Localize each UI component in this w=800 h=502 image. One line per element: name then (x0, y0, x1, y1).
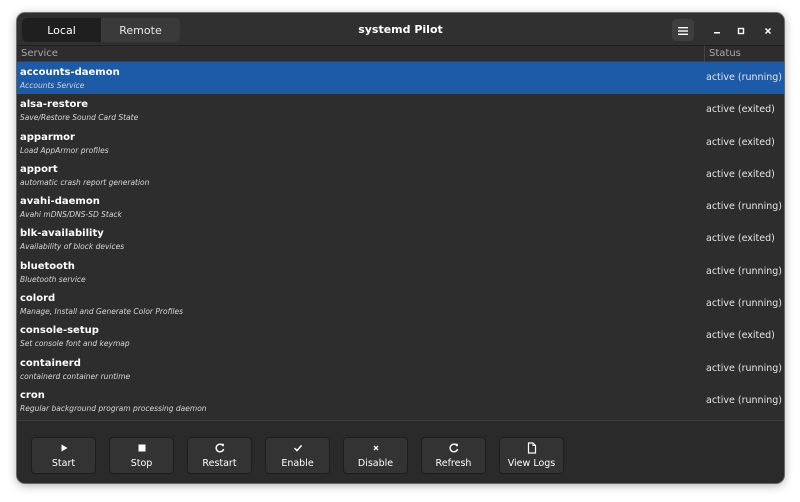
close-icon (763, 21, 773, 40)
service-description: Bluetooth service (20, 274, 86, 284)
enable-label: Enable (281, 458, 314, 469)
service-status: active (exited) (706, 136, 775, 148)
service-list: accounts-daemon Accounts Service active … (17, 62, 784, 417)
service-description: Set console font and keymap (20, 339, 130, 349)
service-description: Regular background program processing da… (20, 403, 207, 413)
refresh-button[interactable]: Refresh (421, 437, 486, 474)
maximize-icon (736, 21, 746, 40)
header-bar: Local Remote systemd Pilot (17, 13, 784, 46)
tab-remote[interactable]: Remote (101, 18, 180, 42)
start-button[interactable]: Start (31, 437, 96, 474)
service-description: Manage, Install and Generate Color Profi… (20, 307, 184, 317)
table-row[interactable]: colord Manage, Install and Generate Colo… (17, 288, 784, 320)
hamburger-icon (677, 21, 689, 40)
tab-local[interactable]: Local (22, 18, 101, 42)
service-status: active (exited) (706, 330, 775, 342)
table-row[interactable]: console-setup Set console font and keyma… (17, 320, 784, 352)
view-logs-button[interactable]: View Logs (499, 437, 564, 474)
minimize-icon (712, 21, 722, 40)
service-description: Avahi mDNS/DNS-SD Stack (20, 210, 122, 220)
document-icon (500, 442, 563, 454)
disable-label: Disable (357, 458, 394, 469)
play-icon (32, 442, 95, 454)
service-status: active (exited) (706, 233, 775, 245)
table-row[interactable]: containerd containerd container runtime … (17, 353, 784, 385)
service-description: Load AppArmor profiles (20, 145, 109, 155)
service-status: active (running) (706, 362, 782, 374)
service-description: Save/Restore Sound Card State (20, 113, 139, 123)
restart-button[interactable]: Restart (187, 437, 252, 474)
service-description: Availability of block devices (20, 242, 125, 252)
stop-icon (110, 442, 173, 454)
refresh-label: Refresh (435, 458, 472, 469)
service-name: cron (20, 389, 45, 401)
list-header: Service Status (17, 46, 784, 62)
service-name: accounts-daemon (20, 67, 120, 78)
service-name: console-setup (20, 325, 99, 337)
stop-button[interactable]: Stop (109, 437, 174, 474)
checkmark-icon (266, 442, 329, 454)
column-header-status[interactable]: Status (709, 48, 741, 59)
service-name: apparmor (20, 131, 75, 143)
menu-button[interactable] (672, 19, 694, 41)
service-status: active (running) (706, 72, 782, 83)
restart-icon (188, 442, 251, 454)
column-header-service[interactable]: Service (21, 48, 58, 59)
service-name: colord (20, 293, 56, 305)
maximize-button[interactable] (731, 20, 751, 40)
table-row[interactable]: bluetooth Bluetooth service active (runn… (17, 256, 784, 288)
service-status: active (exited) (706, 168, 775, 180)
local-remote-switcher: Local Remote (22, 18, 180, 42)
table-row[interactable]: apparmor Load AppArmor profiles active (… (17, 127, 784, 159)
stop-label: Stop (130, 458, 153, 469)
service-status: active (running) (706, 265, 782, 277)
service-status: active (running) (706, 394, 782, 406)
service-description: automatic crash report generation (20, 177, 150, 187)
minimize-button[interactable] (707, 20, 727, 40)
service-name: alsa-restore (20, 99, 89, 111)
table-row[interactable]: blk-availability Availability of block d… (17, 223, 784, 255)
app-window: Local Remote systemd Pilot Service Statu… (17, 13, 784, 483)
x-icon (344, 442, 407, 454)
table-row[interactable]: cron Regular background program processi… (17, 385, 784, 417)
column-divider[interactable] (704, 46, 705, 62)
service-description: Accounts Service (20, 81, 85, 90)
table-row[interactable]: alsa-restore Save/Restore Sound Card Sta… (17, 94, 784, 126)
service-status: active (exited) (706, 104, 775, 116)
service-status: active (running) (706, 298, 782, 310)
close-button[interactable] (758, 20, 778, 40)
service-name: containerd (20, 357, 81, 369)
service-name: blk-availability (20, 228, 104, 240)
table-row[interactable]: avahi-daemon Avahi mDNS/DNS-SD Stack act… (17, 191, 784, 223)
start-label: Start (51, 458, 76, 469)
table-row[interactable]: apport automatic crash report generation… (17, 159, 784, 191)
refresh-icon (422, 442, 485, 454)
service-description: containerd container runtime (20, 371, 131, 381)
enable-button[interactable]: Enable (265, 437, 330, 474)
disable-button[interactable]: Disable (343, 437, 408, 474)
table-row[interactable]: accounts-daemon Accounts Service active … (17, 62, 784, 95)
view-logs-label: View Logs (507, 458, 556, 469)
service-name: apport (20, 163, 58, 175)
restart-label: Restart (202, 458, 237, 469)
action-toolbar: Start Stop Restart Enable Disable Refres… (17, 420, 784, 483)
service-name: avahi-daemon (20, 196, 100, 208)
service-status: active (running) (706, 201, 782, 213)
service-name: bluetooth (20, 260, 75, 272)
